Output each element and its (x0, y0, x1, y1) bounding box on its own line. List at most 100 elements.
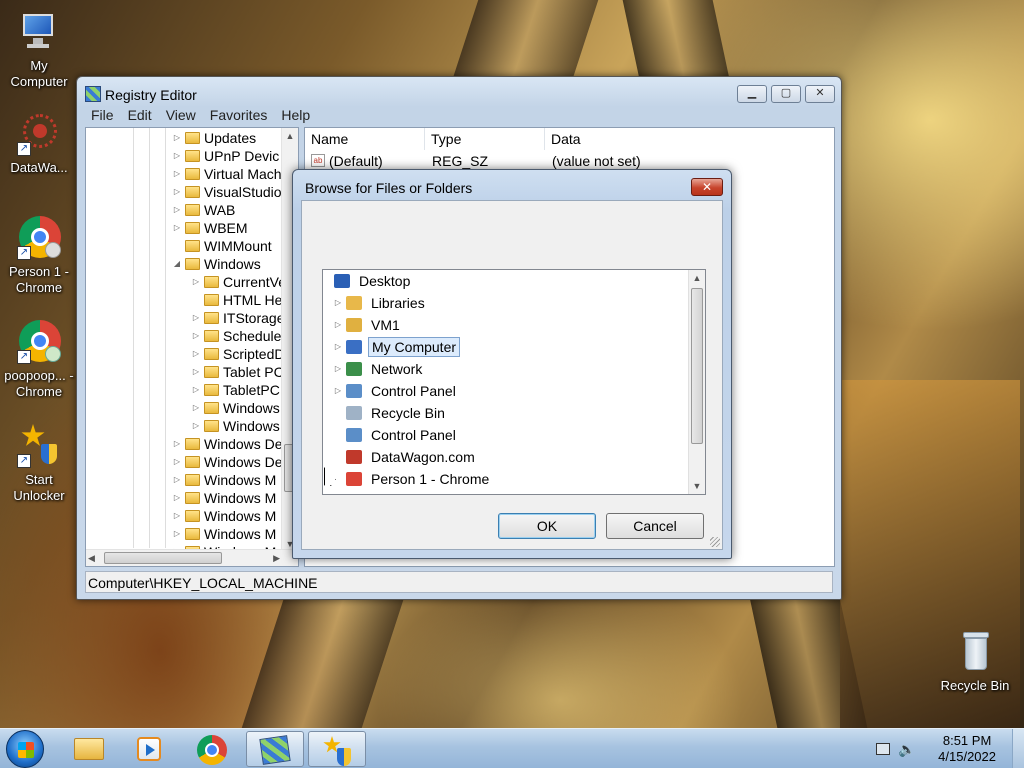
menu-favorites[interactable]: Favorites (210, 105, 268, 125)
tree-item[interactable]: ◢ Windows (172, 255, 261, 273)
expand-arrow-icon[interactable]: ▷ (333, 380, 343, 402)
tree-item[interactable]: ▷ Windows De (172, 453, 283, 471)
dialog-close-button[interactable]: ✕ (691, 178, 723, 196)
expand-arrow-icon[interactable]: ▷ (172, 165, 182, 183)
folder-tree-item[interactable]: ▷ Network (333, 358, 425, 380)
tree-item[interactable]: ▷ Updates (172, 129, 256, 147)
scroll-up-arrow-icon[interactable]: ▲ (689, 270, 705, 286)
taskbar-clock[interactable]: 8:51 PM 4/15/2022 (938, 733, 996, 765)
value-row[interactable]: ab (Default) REG_SZ (value not set) (305, 152, 834, 170)
expand-arrow-icon[interactable]: ▷ (191, 327, 201, 345)
desktop-icon-person1-chrome[interactable]: ↗ Person 1 - Chrome (1, 216, 77, 296)
network-tray-icon[interactable] (876, 743, 890, 755)
close-button[interactable]: ✕ (805, 85, 835, 103)
column-header-type[interactable]: Type (425, 128, 545, 150)
desktop-icon-recycle-bin[interactable]: Recycle Bin (937, 630, 1013, 694)
folder-tree-item[interactable]: DataWagon.com (333, 446, 478, 468)
expand-arrow-icon[interactable]: ◢ (172, 255, 182, 273)
h-scroll-thumb[interactable] (104, 552, 222, 564)
folder-tree-item[interactable]: Control Panel (333, 424, 459, 446)
menu-help[interactable]: Help (281, 105, 310, 125)
menu-view[interactable]: View (166, 105, 196, 125)
folder-tree-item[interactable]: ▷ VM1 (333, 314, 403, 336)
browse-dialog[interactable]: Browse for Files or Folders ✕ Desktop ▷ Li… (292, 169, 732, 559)
folder-tree-item[interactable]: Recycle Bin (333, 402, 448, 424)
expand-arrow-icon[interactable]: ▷ (191, 309, 201, 327)
tree-item[interactable]: ▷ Windows M (172, 489, 276, 507)
expand-arrow-icon[interactable]: ▷ (191, 345, 201, 363)
expand-arrow-icon[interactable]: ▷ (333, 292, 343, 314)
tree-item[interactable]: ▷ Schedule (191, 327, 281, 345)
start-orb-icon[interactable] (6, 730, 44, 768)
tree-item[interactable]: WIMMount (172, 237, 272, 255)
expand-arrow-icon[interactable]: ▷ (172, 183, 182, 201)
tree-item[interactable]: ▷ ITStorage (191, 309, 285, 327)
cancel-button[interactable]: Cancel (606, 513, 704, 539)
expand-arrow-icon[interactable]: ▷ (172, 129, 182, 147)
show-desktop-button[interactable] (1012, 729, 1024, 768)
folder-tree-item[interactable]: ▷ Libraries (333, 292, 428, 314)
tree-item[interactable]: HTML He (191, 291, 282, 309)
expand-arrow-icon[interactable]: ▷ (172, 147, 182, 165)
expand-arrow-icon[interactable]: ▷ (172, 525, 182, 543)
expand-arrow-icon[interactable]: ▷ (191, 273, 201, 291)
desktop-icon-datawagon[interactable]: ↗ DataWa... (1, 112, 77, 176)
expand-arrow-icon[interactable]: ▷ (333, 336, 343, 358)
scroll-down-arrow-icon[interactable]: ▼ (689, 478, 705, 494)
tree-item[interactable]: ▷ Windows (191, 417, 280, 435)
ok-button[interactable]: OK (498, 513, 596, 539)
expand-arrow-icon[interactable]: ▷ (191, 417, 201, 435)
expand-arrow-icon[interactable]: ▷ (172, 453, 182, 471)
resize-grip-icon[interactable] (710, 537, 720, 547)
expand-arrow-icon[interactable]: ▷ (191, 399, 201, 417)
tree-item[interactable]: ▷ TabletPC (191, 381, 280, 399)
tree-item[interactable]: ▷ UPnP Devic (172, 147, 279, 165)
folder-tree-item[interactable]: ▷ My Computer (333, 336, 461, 358)
expand-arrow-icon[interactable]: ▷ (333, 314, 343, 336)
tree-item[interactable]: ▷ Tablet PC (191, 363, 284, 381)
tree-item[interactable]: ▷ WBEM (172, 219, 248, 237)
maximize-button[interactable]: ▢ (771, 85, 801, 103)
volume-tray-icon[interactable]: 🔈 (898, 741, 915, 758)
folder-tree-item[interactable]: Person 1 - Chrome (333, 468, 492, 490)
desktop-icon-my-computer[interactable]: My Computer (1, 10, 77, 90)
expand-arrow-icon[interactable]: ▷ (172, 201, 182, 219)
tree-item[interactable]: ▷ Windows M (172, 471, 276, 489)
column-header-name[interactable]: Name (305, 128, 425, 150)
desktop-icon-start-unlocker[interactable]: ↗ Start Unlocker (1, 424, 77, 504)
expand-arrow-icon[interactable]: ▷ (172, 507, 182, 525)
expand-arrow-icon[interactable]: ▷ (172, 435, 182, 453)
column-header-data[interactable]: Data (545, 128, 834, 150)
minimize-button[interactable]: ▁ (737, 85, 767, 103)
taskbar-unlocker[interactable] (308, 731, 366, 767)
tree-item[interactable]: ▷ Windows M (172, 525, 276, 543)
taskbar-explorer[interactable] (60, 731, 118, 767)
tree-item[interactable]: ▷ Virtual Mach (172, 165, 282, 183)
scroll-up-arrow-icon[interactable]: ▲ (282, 128, 298, 144)
taskbar-regedit[interactable] (246, 731, 304, 767)
scroll-left-arrow-icon[interactable]: ◀ (88, 550, 95, 566)
desktop-icon-poopoop-chrome[interactable]: ↗ poopoop... - Chrome (1, 320, 77, 400)
taskbar-media-player[interactable] (120, 731, 178, 767)
folder-tree[interactable]: Desktop ▷ Libraries ▷ VM1 ▷ My Computer ▷ Networ… (322, 269, 706, 495)
registry-tree-pane[interactable]: ▷ Updates ▷ UPnP Devic ▷ Virtual Mach ▷ VisualS… (85, 127, 299, 567)
expand-arrow-icon[interactable]: ▷ (172, 471, 182, 489)
expand-arrow-icon[interactable]: ▷ (191, 381, 201, 399)
tree-item[interactable]: ▷ ScriptedD (191, 345, 285, 363)
expand-arrow-icon[interactable]: ▷ (191, 363, 201, 381)
menu-file[interactable]: File (91, 105, 114, 125)
tree-item[interactable]: ▷ CurrentVe (191, 273, 286, 291)
folder-tree-item[interactable]: Desktop (331, 270, 413, 292)
scroll-thumb[interactable] (691, 288, 703, 444)
tree-item[interactable]: ▷ WAB (172, 201, 235, 219)
taskbar-chrome[interactable] (183, 731, 241, 767)
tree-item[interactable]: ▷ Windows (191, 399, 280, 417)
menu-edit[interactable]: Edit (128, 105, 152, 125)
tree-item[interactable]: ▷ Windows M (172, 507, 276, 525)
expand-arrow-icon[interactable]: ▷ (172, 489, 182, 507)
tree-item[interactable]: ▷ VisualStudio (172, 183, 282, 201)
expand-arrow-icon[interactable]: ▷ (333, 358, 343, 380)
tree-item[interactable]: ▷ Windows De (172, 435, 283, 453)
folder-tree-scrollbar[interactable]: ▲ ▼ (688, 270, 705, 494)
tree-horizontal-scrollbar[interactable]: ◀ ▶ (86, 549, 298, 566)
